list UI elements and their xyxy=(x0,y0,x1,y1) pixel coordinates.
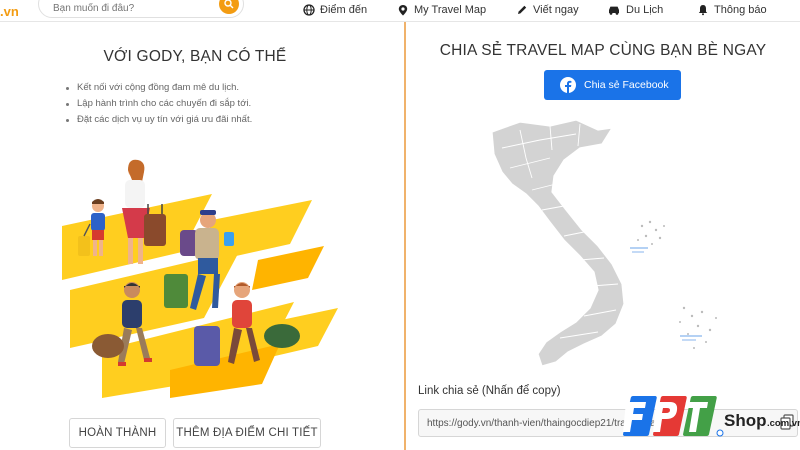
share-link-label: Link chia sẻ (Nhấn để copy) xyxy=(418,385,561,397)
nav-item-thong-bao[interactable]: Thông báo xyxy=(697,4,767,16)
top-nav: .vn Điểm đến My Travel Map Viết ngay xyxy=(0,0,800,22)
list-item: Đặt các dịch vụ uy tín với giá ưu đãi nh… xyxy=(66,112,252,128)
travelers-illustration xyxy=(62,159,338,398)
search-input[interactable] xyxy=(53,3,213,14)
nav-item-label: Điểm đến xyxy=(320,4,368,16)
brand-logo-fragment[interactable]: .vn xyxy=(0,4,19,19)
facebook-icon xyxy=(560,77,576,93)
nav-item-viet-ngay[interactable]: Viết ngay xyxy=(516,4,579,16)
search-bar[interactable] xyxy=(38,0,244,18)
nav-item-label: Thông báo xyxy=(714,4,767,16)
nav-item-my-travel-map[interactable]: My Travel Map xyxy=(397,4,486,16)
globe-icon xyxy=(303,4,315,16)
share-facebook-label: Chia sẻ Facebook xyxy=(584,79,669,91)
car-icon xyxy=(609,6,619,15)
list-item: Kết nối với cộng đồng đam mê du lịch. xyxy=(66,80,252,96)
svg-text:Shop: Shop xyxy=(724,411,767,430)
search-button[interactable] xyxy=(219,0,239,14)
pen-icon xyxy=(518,5,527,14)
list-item: Lập hành trình cho các chuyến đi sắp tới… xyxy=(66,96,252,112)
map-pin-icon xyxy=(398,5,408,16)
benefits-panel: VỚI GODY, BẠN CÓ THỂ Kết nối với cộng đồ… xyxy=(0,22,404,450)
nav-item-label: Viết ngay xyxy=(533,4,579,16)
nav-item-diem-den[interactable]: Điểm đến xyxy=(303,4,367,16)
svg-text:.com.vn: .com.vn xyxy=(767,418,800,429)
benefits-title: VỚI GODY, BẠN CÓ THỂ xyxy=(103,48,287,65)
fpt-shop-watermark: Shop .com.vn xyxy=(623,396,800,437)
vietnam-map xyxy=(491,119,717,367)
benefits-list: Kết nối với cộng đồng đam mê du lịch. Lậ… xyxy=(66,80,252,128)
done-button[interactable]: HOÀN THÀNH xyxy=(69,418,166,448)
nav-item-du-lich[interactable]: Du Lịch xyxy=(607,4,663,16)
bell-icon xyxy=(698,5,708,16)
nav-item-label: My Travel Map xyxy=(414,4,487,16)
add-place-details-button[interactable]: THÊM ĐỊA ĐIỂM CHI TIẾT xyxy=(173,418,321,448)
share-panel: CHIA SẺ TRAVEL MAP CÙNG BẠN BÈ NGAY Chia… xyxy=(406,22,800,450)
search-icon xyxy=(224,0,234,9)
share-facebook-button[interactable]: Chia sẻ Facebook xyxy=(544,70,681,100)
share-title: CHIA SẺ TRAVEL MAP CÙNG BẠN BÈ NGAY xyxy=(439,42,767,59)
nav-item-label: Du Lịch xyxy=(626,4,664,16)
